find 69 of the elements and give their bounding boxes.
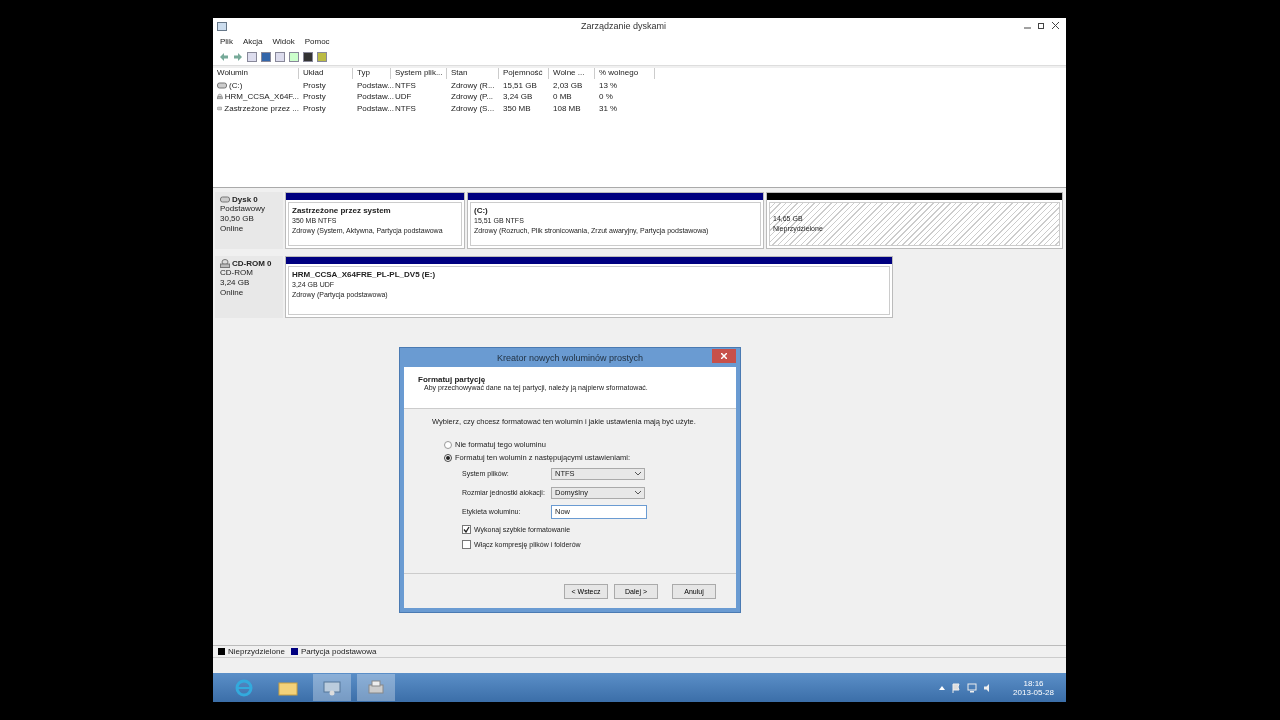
- disk-name: Dysk 0: [232, 195, 258, 204]
- drive-icon: [220, 196, 230, 203]
- close-icon: [1051, 22, 1059, 29]
- window-title: Zarządzanie dyskami: [579, 21, 667, 31]
- disk-info: CD-ROM: [220, 268, 254, 278]
- legend-label: Partycja podstawowa: [300, 647, 377, 656]
- disk-name: CD-ROM 0: [232, 259, 272, 268]
- table-cell: Prosty: [303, 80, 326, 90]
- table-cell: (C:): [229, 80, 243, 90]
- clock-date: 2013-05-28: [1013, 687, 1054, 697]
- caret-icon: [635, 471, 641, 476]
- table-cell: 3,24 GB: [503, 92, 533, 102]
- menu-item[interactable]: Akcja: [242, 36, 263, 46]
- partition-title: (C:): [474, 206, 489, 216]
- menu-item[interactable]: Pomoc: [304, 36, 330, 46]
- restore-icon: [1037, 22, 1045, 29]
- table-cell: 2,03 GB: [553, 80, 583, 90]
- table-cell: Prosty: [303, 103, 326, 113]
- cd-drive-icon: [217, 92, 223, 102]
- table-cell: 0 MB: [553, 92, 572, 102]
- table-cell: Zdrowy (P...: [451, 92, 494, 102]
- caret-icon: [635, 490, 641, 495]
- back-arrow-icon: [219, 51, 229, 62]
- table-cell: HRM_CCSA_X64F...: [224, 92, 299, 102]
- menu-item[interactable]: Widok: [272, 36, 295, 46]
- flag-icon: [951, 682, 962, 693]
- disk-info: 3,24 GB: [220, 278, 251, 288]
- cd-drive-icon: [220, 259, 230, 268]
- table-cell: 108 MB: [553, 103, 581, 113]
- close-button[interactable]: [712, 349, 736, 363]
- table-cell: Podstaw...: [357, 92, 394, 102]
- radio-button[interactable]: [444, 440, 452, 449]
- table-cell: 13 %: [599, 80, 618, 90]
- checkbox[interactable]: [462, 540, 471, 549]
- disk-info: Online: [220, 288, 245, 298]
- disk-info: 30,50 GB: [220, 214, 255, 224]
- table-cell: NTFS: [395, 80, 416, 90]
- table-cell: 0 %: [599, 92, 613, 102]
- dialog-heading: Formatuj partycję: [418, 375, 487, 384]
- forward-arrow-icon: [233, 51, 243, 62]
- app-icon: [217, 21, 227, 31]
- clock-time: 18:16: [1023, 678, 1044, 688]
- close-icon: [721, 353, 727, 359]
- table-cell: Podstaw...: [357, 80, 394, 90]
- legend-label: Nieprzydzielone: [228, 647, 285, 656]
- table-cell: UDF: [395, 92, 412, 102]
- table-cell: 15,51 GB: [503, 80, 537, 90]
- table-cell: NTFS: [395, 103, 416, 113]
- partition-title: HRM_CCSA_X64FRE_PL-PL_DV5 (E:): [292, 270, 437, 280]
- computer-management-icon[interactable]: [313, 674, 351, 701]
- disk-info: Podstawowy: [220, 204, 266, 214]
- table-cell: 31 %: [599, 103, 618, 113]
- table-cell: Zdrowy (R...: [451, 80, 495, 90]
- network-icon: [967, 682, 978, 693]
- table-cell: Prosty: [303, 92, 326, 102]
- partition-title: Zastrzeżone przez system: [292, 206, 392, 216]
- dialog-title: Kreator nowych woluminów prostych: [496, 352, 644, 363]
- table-cell: 350 MB: [503, 103, 531, 113]
- printer-icon[interactable]: [357, 674, 395, 701]
- checkbox[interactable]: [462, 525, 471, 534]
- table-cell: Zdrowy (S...: [451, 103, 495, 113]
- radio-button[interactable]: [444, 453, 452, 462]
- table-cell: Zastrzeżone przez ...: [224, 103, 299, 113]
- table-cell: Podstaw...: [357, 103, 394, 113]
- menu-item[interactable]: Plik: [220, 36, 233, 46]
- drive-icon: [217, 104, 223, 112]
- disk-info: Online: [220, 224, 245, 234]
- caret-icon: [939, 685, 946, 690]
- drive-icon: [217, 81, 227, 89]
